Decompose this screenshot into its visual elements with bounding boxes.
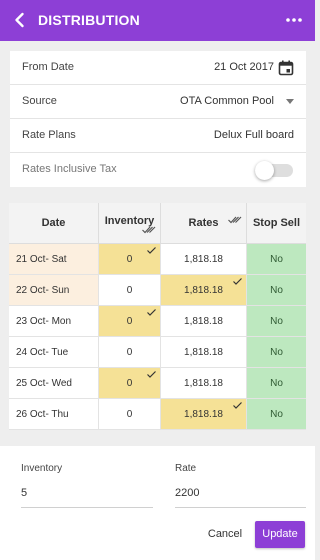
inventory-cell[interactable]: 0 <box>99 399 161 429</box>
column-header-rates-label: Rates <box>188 217 219 229</box>
table-header: Date Inventory Rates Stop Sell <box>9 203 306 244</box>
double-check-icon[interactable] <box>142 226 156 234</box>
date-cell: 23 Oct- Mon <box>9 306 99 336</box>
rate-value: 1,818.18 <box>184 346 223 358</box>
date-cell: 26 Oct- Thu <box>9 399 99 429</box>
rate-cell[interactable]: 1,818.18 <box>161 399 247 429</box>
table-row: 22 Oct- Sun 0 1,818.18 No <box>9 275 306 306</box>
column-header-date: Date <box>9 203 99 243</box>
rate-value: 1,818.18 <box>184 315 223 327</box>
source-label: Source <box>22 95 57 107</box>
rate-value: 1,818.18 <box>184 377 223 389</box>
check-icon <box>233 278 242 285</box>
more-horizontal-icon[interactable] <box>283 10 305 30</box>
from-date-label: From Date <box>22 61 74 73</box>
stop-sell-cell[interactable]: No <box>247 306 306 336</box>
rate-cell[interactable]: 1,818.18 <box>161 275 247 305</box>
distribution-table: Date Inventory Rates Stop Sell 21 Oct- S… <box>9 203 306 430</box>
rate-field-label: Rate <box>175 463 197 474</box>
edit-panel: Inventory 5 Rate 2200 Cancel Update <box>0 446 315 560</box>
check-icon <box>233 402 242 409</box>
inventory-cell[interactable]: 0 <box>99 244 161 274</box>
inventory-value: 0 <box>126 253 133 265</box>
rate-input[interactable]: 2200 <box>175 484 306 508</box>
source-row[interactable]: Source OTA Common Pool <box>10 85 306 119</box>
arrow-left-icon[interactable] <box>10 10 30 30</box>
stop-sell-cell[interactable]: No <box>247 275 306 305</box>
date-cell: 24 Oct- Tue <box>9 337 99 367</box>
page-title: DISTRIBUTION <box>38 12 140 28</box>
caret-down-icon[interactable] <box>286 99 294 105</box>
table-row: 24 Oct- Tue 0 1,818.18 No <box>9 337 306 368</box>
stop-sell-cell[interactable]: No <box>247 337 306 367</box>
date-cell: 25 Oct- Wed <box>9 368 99 398</box>
cancel-button[interactable]: Cancel <box>202 524 248 545</box>
rate-cell[interactable]: 1,818.18 <box>161 244 247 274</box>
source-select[interactable]: OTA Common Pool <box>180 95 274 107</box>
inventory-cell[interactable]: 0 <box>99 368 161 398</box>
filter-form: From Date 21 Oct 2017 Source OTA Common … <box>10 51 306 187</box>
rate-cell[interactable]: 1,818.18 <box>161 368 247 398</box>
calendar-icon[interactable] <box>278 60 294 76</box>
rate-plans-label: Rate Plans <box>22 129 76 141</box>
update-button[interactable]: Update <box>255 521 305 548</box>
table-row: 23 Oct- Mon 0 1,818.18 No <box>9 306 306 337</box>
rate-plans-value[interactable]: Delux Full board <box>214 129 294 141</box>
from-date-row[interactable]: From Date 21 Oct 2017 <box>10 51 306 85</box>
table-row: 26 Oct- Thu 0 1,818.18 No <box>9 399 306 430</box>
rate-plans-row[interactable]: Rate Plans Delux Full board <box>10 119 306 153</box>
table-row: 25 Oct- Wed 0 1,818.18 No <box>9 368 306 399</box>
rate-value: 1,818.18 <box>184 284 223 296</box>
date-cell: 22 Oct- Sun <box>9 275 99 305</box>
rate-value: 1,818.18 <box>184 408 223 420</box>
stop-sell-cell[interactable]: No <box>247 368 306 398</box>
column-header-rates[interactable]: Rates <box>161 203 247 243</box>
toggle-knob <box>255 161 274 180</box>
date-cell: 21 Oct- Sat <box>9 244 99 274</box>
column-header-date-label: Date <box>41 217 66 229</box>
check-icon <box>147 371 156 378</box>
inventory-cell[interactable]: 0 <box>99 306 161 336</box>
inventory-value: 0 <box>126 315 133 327</box>
check-icon <box>147 309 156 316</box>
rate-cell[interactable]: 1,818.18 <box>161 337 247 367</box>
rates-inclusive-tax-toggle[interactable] <box>255 161 293 180</box>
table-row: 21 Oct- Sat 0 1,818.18 No <box>9 244 306 275</box>
inventory-value: 0 <box>126 346 133 358</box>
inventory-field-label: Inventory <box>21 463 63 474</box>
column-header-inventory[interactable]: Inventory <box>99 203 161 243</box>
rates-inclusive-tax-label: Rates Inclusive Tax <box>22 163 117 175</box>
column-header-stop-sell: Stop Sell <box>247 203 306 243</box>
inventory-value: 0 <box>126 377 133 389</box>
inventory-value: 0 <box>126 408 133 420</box>
rate-cell[interactable]: 1,818.18 <box>161 306 247 336</box>
inventory-value: 0 <box>126 284 133 296</box>
double-check-icon[interactable] <box>228 216 242 224</box>
inventory-cell[interactable]: 0 <box>99 275 161 305</box>
check-icon <box>147 247 156 254</box>
rates-inclusive-tax-row: Rates Inclusive Tax <box>10 153 306 187</box>
rate-value: 1,818.18 <box>184 253 223 265</box>
from-date-value[interactable]: 21 Oct 2017 <box>214 61 274 73</box>
stop-sell-cell[interactable]: No <box>247 399 306 429</box>
app-bar: DISTRIBUTION <box>0 0 315 41</box>
inventory-cell[interactable]: 0 <box>99 337 161 367</box>
inventory-input[interactable]: 5 <box>21 484 153 508</box>
stop-sell-cell[interactable]: No <box>247 244 306 274</box>
column-header-stop-sell-label: Stop Sell <box>252 217 301 229</box>
